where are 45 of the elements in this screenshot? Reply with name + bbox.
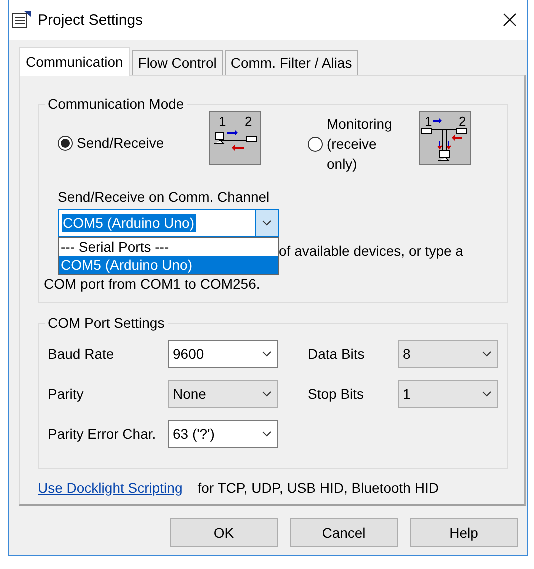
hint-text: COM port from COM1 to COM256. bbox=[44, 275, 260, 293]
chevron-down-icon[interactable] bbox=[262, 220, 272, 226]
chevron-down-icon[interactable] bbox=[482, 351, 492, 357]
dropdown-field[interactable]: None bbox=[168, 380, 278, 408]
field-label: Send/Receive on Comm. Channel bbox=[58, 188, 271, 206]
dropdown-field[interactable]: 63 ('?') bbox=[168, 420, 278, 448]
dropdown-value: 63 ('?') bbox=[172, 425, 216, 443]
field-label: Parity Error Char. bbox=[48, 426, 158, 442]
dropdown-option[interactable]: --- Serial Ports --- bbox=[59, 238, 278, 256]
radio-button[interactable]: Monitoring (receive only) bbox=[308, 114, 419, 174]
chevron-down-icon[interactable] bbox=[262, 351, 272, 357]
app-icon bbox=[12, 10, 32, 30]
dropdown-value: COM5 (Arduino Uno) bbox=[62, 214, 196, 232]
dropdown-field[interactable]: 1 bbox=[398, 380, 498, 408]
radio-circle[interactable] bbox=[308, 136, 323, 152]
connection-diagram-drawing: 1 2 bbox=[419, 111, 471, 165]
tab[interactable]: Flow Control bbox=[132, 50, 223, 75]
field-label: Data Bits bbox=[308, 346, 366, 362]
chevron-down-icon[interactable] bbox=[482, 391, 492, 397]
window-title: Project Settings bbox=[38, 12, 144, 28]
field-label: Baud Rate bbox=[48, 346, 116, 362]
hint-text: of available devices, or type a bbox=[279, 242, 464, 260]
dropdown-value: None bbox=[172, 385, 208, 403]
close-icon[interactable] bbox=[503, 13, 517, 27]
field-label: Stop Bits bbox=[308, 386, 366, 402]
dialog-button[interactable]: OK bbox=[170, 518, 278, 547]
dropdown-value: 1 bbox=[402, 385, 412, 403]
dropdown-field[interactable]: 9600 bbox=[168, 340, 278, 368]
tab[interactable]: Comm. Filter / Alias bbox=[224, 50, 358, 75]
radio-circle[interactable] bbox=[58, 136, 73, 150]
scripting-link[interactable]: Use Docklight Scripting bbox=[38, 478, 183, 498]
dialog-button[interactable]: Cancel bbox=[290, 518, 398, 547]
dropdown-field[interactable]: 8 bbox=[398, 340, 498, 368]
radio-button[interactable]: Send/Receive bbox=[58, 133, 209, 153]
connection-diagram-drawing: 1 2 bbox=[209, 111, 261, 165]
chevron-down-icon[interactable] bbox=[262, 391, 272, 397]
chevron-down-icon[interactable] bbox=[262, 431, 272, 437]
dropdown-option[interactable]: COM5 (Arduino Uno) bbox=[59, 256, 278, 274]
dropdown-field[interactable]: COM5 (Arduino Uno) bbox=[58, 209, 279, 237]
dropdown-value: 8 bbox=[402, 345, 412, 363]
dropdown-value: 9600 bbox=[172, 345, 206, 363]
dialog-button[interactable]: Help bbox=[410, 518, 518, 547]
tab[interactable]: Communication bbox=[19, 47, 130, 76]
field-label: Parity bbox=[48, 386, 85, 402]
note-text: for TCP, UDP, USB HID, Bluetooth HID bbox=[198, 479, 439, 498]
